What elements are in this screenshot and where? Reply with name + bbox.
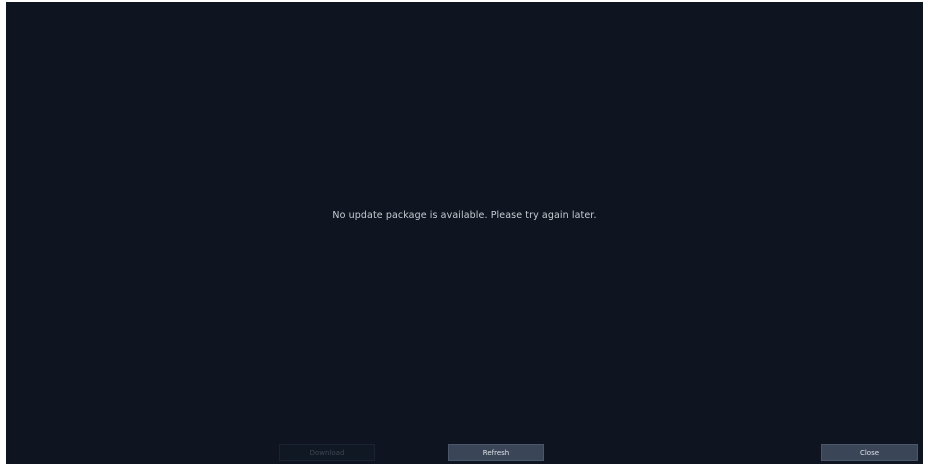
refresh-button[interactable]: Refresh xyxy=(448,444,544,461)
status-message: No update package is available. Please t… xyxy=(332,210,597,221)
download-button[interactable]: Download xyxy=(279,444,375,461)
update-dialog: No update package is available. Please t… xyxy=(6,2,923,464)
close-button[interactable]: Close xyxy=(821,444,918,461)
